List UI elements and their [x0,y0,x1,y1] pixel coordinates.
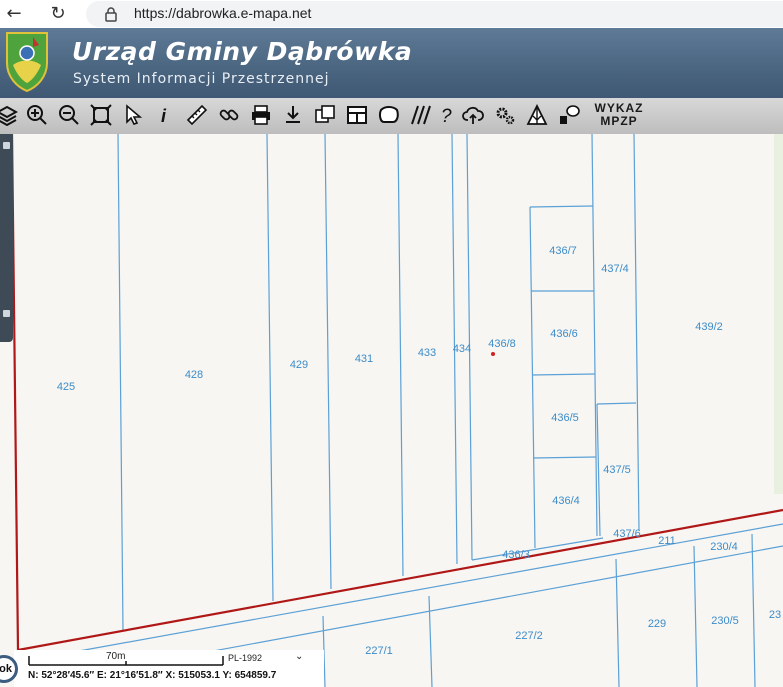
parcel-label: 425 [57,381,75,393]
app-subtitle: System Informacji Przestrzennej [73,71,330,87]
panel-handle-icon [3,142,10,149]
zoom-out-icon[interactable] [56,102,82,128]
chevron-down-icon[interactable]: ⌄ [295,651,303,662]
scale-bar [28,656,224,666]
map-toolbar: i ? WYKAZ MPZP [0,98,783,135]
parcel-label: 437/5 [603,464,631,476]
address-bar[interactable]: https://dabrowka.e-mapa.net [86,1,783,27]
location-marker [491,352,495,356]
parcel-label: 436/8 [488,338,516,350]
cloud-upload-icon[interactable] [460,102,486,128]
url-text: https://dabrowka.e-mapa.net [134,5,312,21]
app-header: Urząd Gminy Dąbrówka System Informacji P… [0,28,783,98]
hatch-icon[interactable] [408,102,434,128]
parcel-label: 437/4 [601,263,629,275]
parcel-label: 439/2 [695,321,723,333]
measure-distance-icon[interactable] [184,102,210,128]
parcel-label: 211 [658,535,676,547]
parcel-label: 428 [185,369,203,381]
terrain-icon[interactable] [524,102,550,128]
overview-icon[interactable] [312,102,338,128]
parcel-label: 436/7 [549,245,577,257]
settings-icon[interactable] [492,102,518,128]
parcel-label: 437/6 [613,528,641,540]
parcel-map: 425 428 429 431 433 434 436/8 436/7 436/… [0,134,783,687]
zoom-in-icon[interactable] [24,102,50,128]
parcel-label: 434 [453,343,471,355]
scale-label: 70m [106,651,126,662]
wykaz-mpzp-button[interactable]: WYKAZ MPZP [590,102,648,130]
svg-text:i: i [161,106,167,126]
panel-handle-icon [3,310,10,317]
parcel-label: 227/2 [515,630,543,642]
reload-icon[interactable]: ↻ [46,2,70,26]
lock-icon [105,7,117,22]
parcel-label: 436/4 [552,495,580,507]
parcel-label: 23 [769,609,781,621]
back-icon[interactable]: ← [2,2,26,26]
parcel-label: 230/4 [710,541,738,553]
comment-icon[interactable] [556,102,582,128]
side-panel-tab[interactable] [0,134,13,342]
pointer-icon[interactable] [120,102,146,128]
print-icon[interactable] [248,102,274,128]
layout-icon[interactable] [344,102,370,128]
crs-select[interactable]: PL-1992 [228,653,262,663]
parcel-label: 429 [290,359,308,371]
link-icon[interactable] [216,102,242,128]
zoom-extent-icon[interactable] [88,102,114,128]
parcel-label: 436/5 [551,412,579,424]
parcel-label: 433 [418,347,436,359]
browser-bar: ← ↻ https://dabrowka.e-mapa.net [0,0,783,29]
parcel-label: 436/3 [502,549,530,561]
layers-icon[interactable] [0,102,20,128]
area-icon[interactable] [376,102,402,128]
parcel-label: 230/5 [711,615,739,627]
scale-coordinates-panel: 70m PL-1992 ⌄ N: 52°28′45.6″ E: 21°16′51… [14,650,324,687]
cursor-coordinates: N: 52°28′45.6″ E: 21°16′51.8″ X: 515053.… [28,670,277,681]
parcel-label: 227/1 [365,645,393,657]
parcel-label: 229 [648,618,666,630]
download-icon[interactable] [280,102,306,128]
mpzp-label: MPZP [600,114,638,128]
map-canvas[interactable]: 425 428 429 431 433 434 436/8 436/7 436/… [0,134,783,687]
municipality-crest-icon [6,32,48,93]
parcel-label: 431 [355,353,373,365]
info-icon[interactable]: i [152,102,178,128]
app-title: Urząd Gminy Dąbrówka [72,37,413,66]
help-icon[interactable]: ? [434,102,460,128]
parcel-label: 436/6 [550,328,578,340]
svg-text:?: ? [441,106,452,126]
